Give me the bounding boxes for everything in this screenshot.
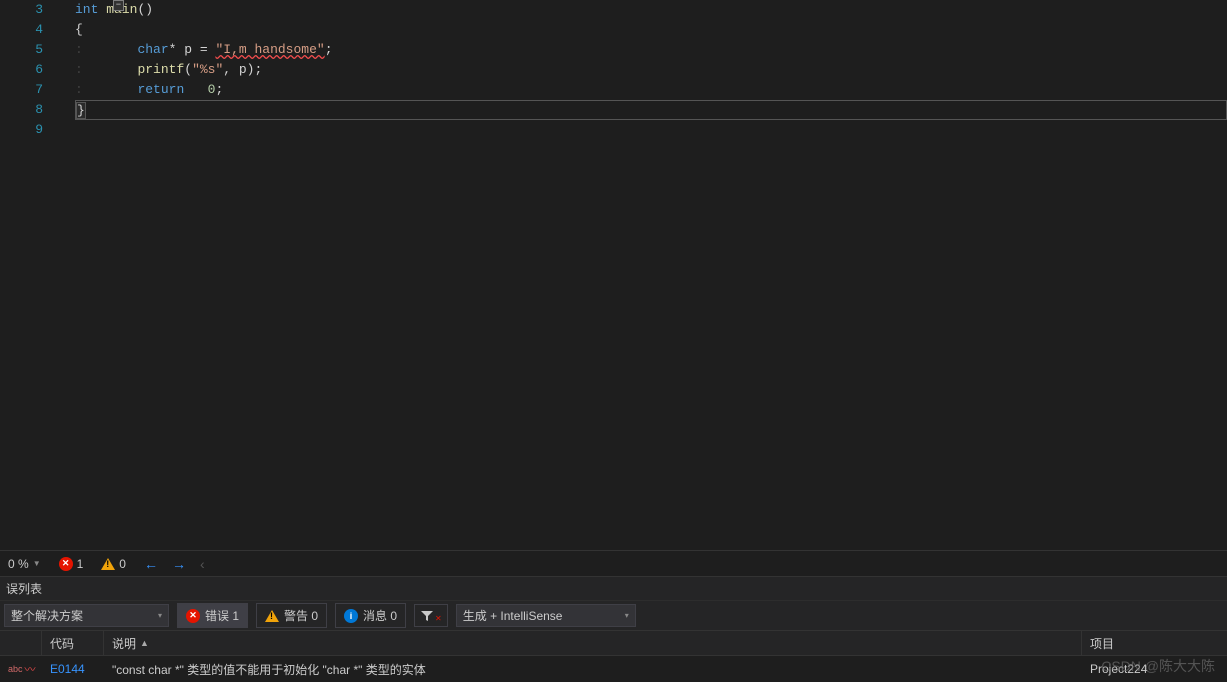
chevron-down-icon: ▾ bbox=[158, 611, 162, 620]
sort-asc-icon: ▲ bbox=[140, 638, 149, 648]
col-icon[interactable] bbox=[0, 631, 42, 655]
zoom-level[interactable]: 0 % ▼ bbox=[8, 557, 41, 571]
warning-icon bbox=[265, 610, 279, 622]
code-line[interactable]: : return 0; bbox=[75, 80, 1227, 100]
source-label: 生成 + IntelliSense bbox=[463, 607, 563, 624]
info-icon: i bbox=[344, 609, 358, 623]
errors-label: 错误 1 bbox=[205, 607, 239, 624]
code-line[interactable]: : char* p = "I,m handsome"; bbox=[75, 40, 1227, 60]
code-line[interactable]: : printf("%s", p); bbox=[75, 60, 1227, 80]
col-project[interactable]: 项目 bbox=[1082, 631, 1227, 655]
fold-toggle[interactable]: − bbox=[113, 0, 124, 11]
messages-filter-button[interactable]: i 消息 0 bbox=[335, 603, 406, 628]
code-line[interactable] bbox=[75, 120, 1227, 140]
code-line[interactable]: int main() bbox=[75, 0, 1227, 20]
line-gutter: 3 4 5 6 7 8 9 bbox=[0, 0, 55, 550]
nav-back-icon[interactable]: ← bbox=[144, 556, 158, 572]
line-number: 3 bbox=[0, 0, 43, 20]
warnings-label: 警告 0 bbox=[284, 607, 318, 624]
col-code[interactable]: 代码 bbox=[42, 631, 104, 655]
error-code[interactable]: E0144 bbox=[50, 662, 85, 676]
filter-button[interactable]: ✕ bbox=[414, 604, 448, 627]
source-combo[interactable]: 生成 + IntelliSense ▾ bbox=[456, 604, 636, 627]
error-grid-header: 代码 说明 ▲ 项目 bbox=[0, 630, 1227, 656]
scope-label: 整个解决方案 bbox=[11, 607, 83, 624]
error-grid-row[interactable]: abc 〰 E0144 "const char *" 类型的值不能用于初始化 "… bbox=[0, 656, 1227, 682]
error-list-toolbar: 整个解决方案 ▾ ✕ 错误 1 警告 0 i 消息 0 ✕ 生成 + Intel… bbox=[0, 600, 1227, 630]
chevron-down-icon: ▼ bbox=[33, 559, 41, 568]
messages-label: 消息 0 bbox=[363, 607, 397, 624]
line-number: 4 bbox=[0, 20, 43, 40]
nav-arrows: ← → ‹ bbox=[144, 556, 205, 572]
code-area[interactable]: − int main() { : char* p = "I,m handsome… bbox=[55, 0, 1227, 550]
line-number: 6 bbox=[0, 60, 43, 80]
squiggle-icon: 〰 bbox=[25, 661, 36, 677]
code-line[interactable]: } bbox=[75, 100, 1227, 120]
watermark: CSDN @陈大大陈 bbox=[1101, 656, 1215, 676]
status-bar: 0 % ▼ ✕ 1 0 ← → ‹ bbox=[0, 550, 1227, 576]
col-desc[interactable]: 说明 ▲ bbox=[104, 631, 1082, 655]
warnings-filter-button[interactable]: 警告 0 bbox=[256, 603, 327, 628]
line-number: 7 bbox=[0, 80, 43, 100]
errors-filter-button[interactable]: ✕ 错误 1 bbox=[177, 603, 248, 628]
error-icon: ✕ bbox=[59, 557, 73, 571]
error-icon: ✕ bbox=[186, 609, 200, 623]
line-number: 8 bbox=[0, 100, 43, 120]
error-list-title: 误列表 bbox=[0, 576, 1227, 600]
filter-clear-icon: ✕ bbox=[435, 614, 442, 623]
warning-icon bbox=[101, 558, 115, 570]
code-line[interactable]: { bbox=[75, 20, 1227, 40]
chevron-down-icon: ▾ bbox=[625, 611, 629, 620]
line-number: 5 bbox=[0, 40, 43, 60]
zoom-value: 0 % bbox=[8, 557, 29, 571]
intellisense-icon: abc bbox=[8, 664, 23, 674]
error-count[interactable]: ✕ 1 bbox=[59, 557, 84, 571]
error-description: "const char *" 类型的值不能用于初始化 "char *" 类型的实… bbox=[112, 663, 426, 677]
code-editor[interactable]: 3 4 5 6 7 8 9 − int main() { : char* p =… bbox=[0, 0, 1227, 550]
filter-icon bbox=[420, 609, 434, 623]
nav-caret-icon: ‹ bbox=[200, 556, 205, 572]
line-number: 9 bbox=[0, 120, 43, 140]
nav-forward-icon[interactable]: → bbox=[172, 556, 186, 572]
warning-count[interactable]: 0 bbox=[101, 557, 126, 571]
scope-combo[interactable]: 整个解决方案 ▾ bbox=[4, 604, 169, 627]
